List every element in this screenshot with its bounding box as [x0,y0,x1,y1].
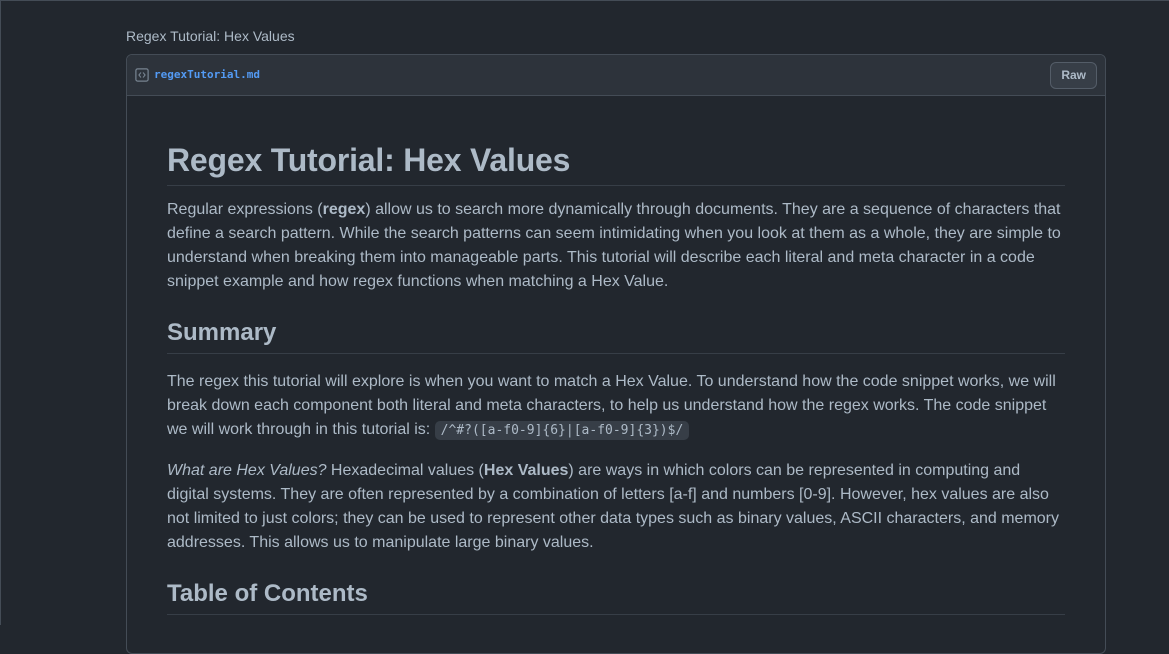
code-square-icon [135,68,149,82]
summary-heading: Summary [167,318,1065,354]
doc-title-text: Regex Tutorial: Hex Values [167,142,571,178]
hex-italic: What are Hex Values? [167,462,327,479]
intro-paragraph: Regular expressions (regex) allow us to … [167,198,1065,294]
hex-bold: Hex Values [483,462,569,479]
file-name-link[interactable]: regexTutorial.md [154,68,260,81]
toc-heading: Table of Contents [167,579,1065,615]
file-header: regexTutorial.md Raw [127,55,1105,96]
raw-button[interactable]: Raw [1050,62,1097,89]
markdown-body: Regex Tutorial: Hex Values Regular expre… [127,96,1105,615]
doc-title: Regex Tutorial: Hex Values [167,140,1065,186]
regex-code-snippet: /^#?([a-f0-9]{6}|[a-f0-9]{3})$/ [434,421,690,440]
intro-pre: Regular expressions ( [167,201,323,218]
summary-paragraph: The regex this tutorial will explore is … [167,370,1065,443]
gist-title[interactable]: Regex Tutorial: Hex Values [126,28,295,44]
hex-pre: Hexadecimal values ( [326,462,484,479]
intro-bold: regex [322,201,366,218]
hex-paragraph: What are Hex Values? Hexadecimal values … [167,459,1065,555]
file-box: regexTutorial.md Raw Regex Tutorial: Hex… [126,54,1106,654]
